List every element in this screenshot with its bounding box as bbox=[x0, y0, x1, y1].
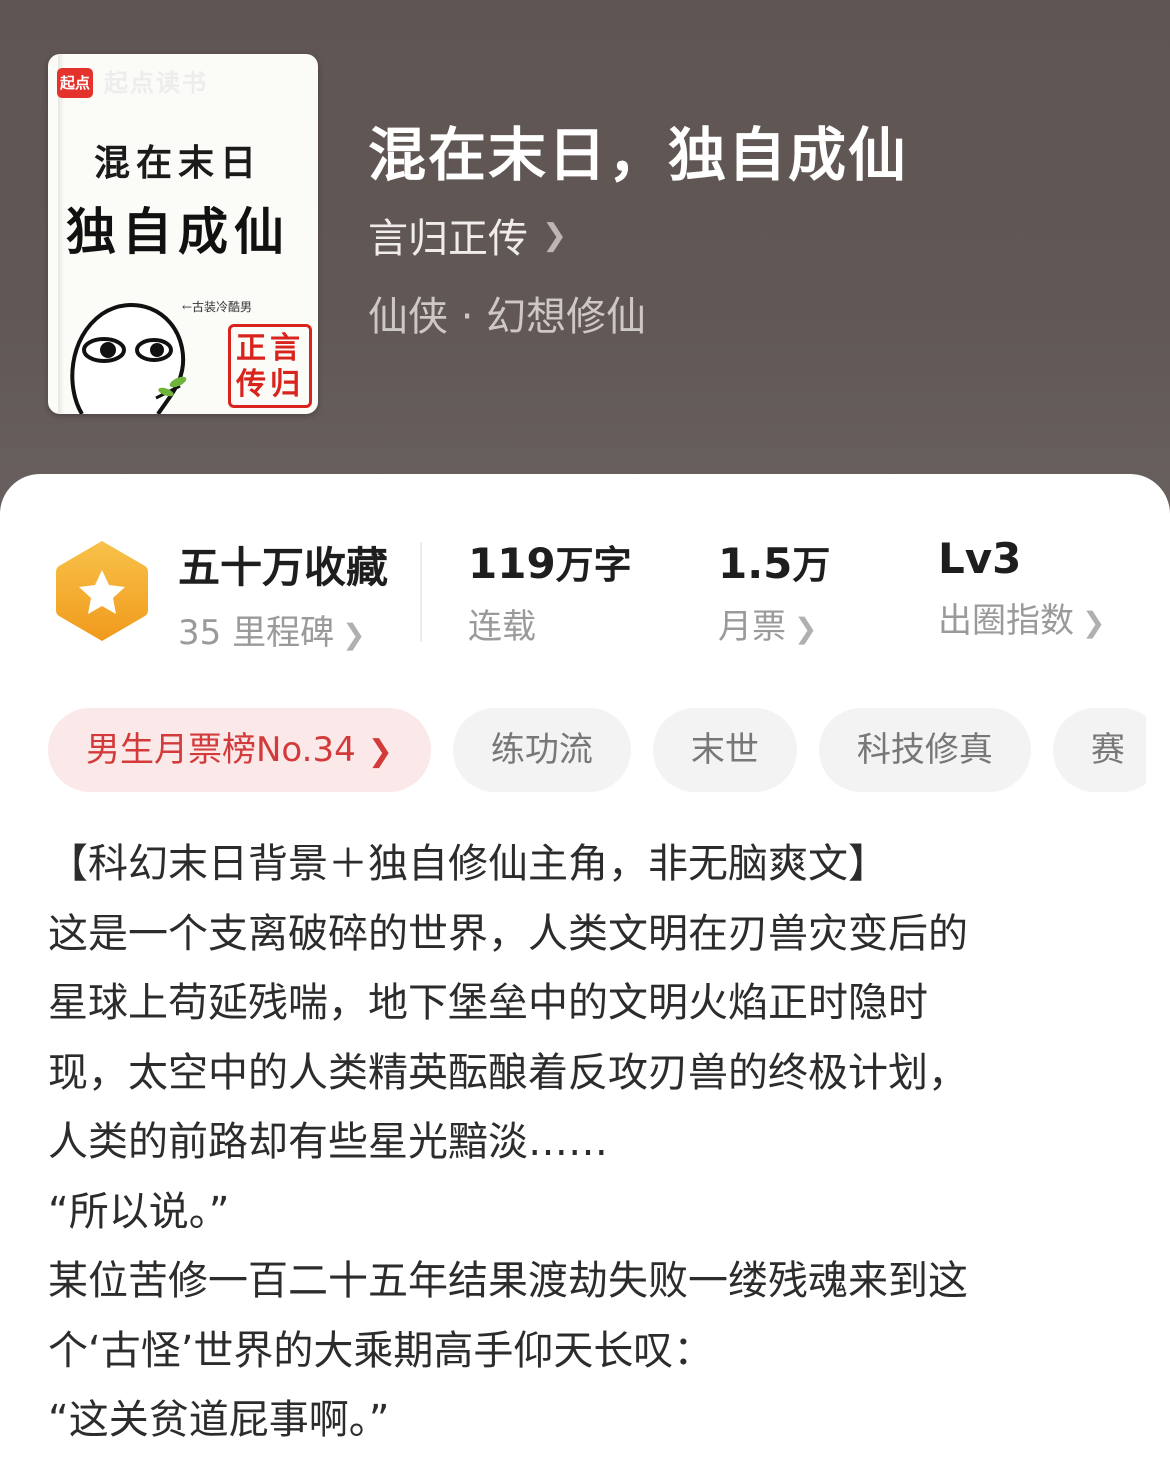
stats-row: 五十万收藏 35 里程碑 ❯ 119万字 连载 1.5万 月票 ❯ Lv3 出圈指数… bbox=[0, 534, 1170, 654]
cover-brand-watermark: 起点读书 bbox=[104, 69, 208, 97]
description-line: 个‘古怪’世界的大乘期高手仰天长叹： bbox=[48, 1327, 714, 1374]
chevron-right-icon: ❯ bbox=[794, 612, 818, 645]
star-badge-icon bbox=[56, 541, 148, 641]
tickets-value: 1.5 bbox=[718, 539, 793, 588]
author-link[interactable]: 言归正传 ❯ bbox=[368, 206, 567, 264]
cover-seal-stamp: 正言 传归 bbox=[228, 324, 312, 408]
cover-title-line2: 独自成仙 bbox=[66, 202, 290, 261]
description-line: 这是一个支离破碎的世界，人类文明在刃兽灾变后的 bbox=[48, 910, 968, 957]
chevron-right-icon: ❯ bbox=[367, 734, 393, 769]
description-line: 现，太空中的人类精英酝酿着反攻刃兽的终极计划， bbox=[48, 1049, 968, 1096]
tag-item[interactable]: 练功流 bbox=[452, 708, 631, 792]
chevron-right-icon: ❯ bbox=[342, 618, 366, 651]
level-value: Lv3 bbox=[938, 534, 1022, 583]
book-cover[interactable]: 起点 起点读书 混在末日 独自成仙 ←古装冷酷男 正言 传归 bbox=[48, 54, 318, 414]
description-line: 星球上苟延残喘，地下堡垒中的文明火焰正时隐时 bbox=[48, 980, 928, 1026]
book-title: 混在末日，独自成仙 bbox=[368, 121, 909, 189]
word-count-value: 119 bbox=[468, 539, 556, 588]
cover-logo: 起点 bbox=[57, 68, 93, 98]
stat-popularity-level[interactable]: Lv3 出圈指数 ❯ bbox=[938, 534, 1105, 642]
chevron-right-icon: ❯ bbox=[542, 217, 568, 253]
serial-status: 连载 bbox=[468, 607, 536, 647]
cover-title-line1: 混在末日 bbox=[94, 142, 263, 184]
favorites-value: 五十万收藏 bbox=[178, 543, 389, 592]
description-line: 人类的前路却有些星光黯淡…… bbox=[48, 1119, 608, 1165]
word-count-unit: 万字 bbox=[555, 543, 632, 587]
tag-ranking[interactable]: 男生月票榜No.34 ❯ bbox=[48, 708, 431, 792]
cover-caption: ←古装冷酷男 bbox=[182, 300, 253, 314]
chevron-right-icon: ❯ bbox=[1082, 606, 1106, 639]
milestone-label: 35 里程碑 bbox=[178, 613, 335, 653]
tag-item[interactable]: 科技修真 bbox=[818, 708, 1031, 792]
tag-list: 男生月票榜No.34 ❯ 练功流 末世 科技修真赛 bbox=[48, 708, 1146, 792]
tag-item[interactable]: 末世 bbox=[652, 708, 797, 792]
stat-monthly-tickets[interactable]: 1.5万 月票 ❯ bbox=[718, 534, 830, 648]
tickets-label: 月票 bbox=[718, 607, 786, 647]
book-description: 【科幻末日背景＋独自修仙主角，非无脑爽文】 这是一个支离破碎的世界，人类文明在刃… bbox=[48, 830, 1128, 1456]
cartoon-face-illustration bbox=[70, 303, 187, 414]
description-line: “这关贫道屁事啊。” bbox=[48, 1397, 390, 1443]
description-line: 【科幻末日背景＋独自修仙主角，非无脑爽文】 bbox=[48, 841, 888, 887]
stat-words: 119万字 连载 bbox=[468, 534, 632, 648]
book-genre: 仙侠 · 幻想修仙 bbox=[368, 294, 647, 340]
tag-item[interactable]: 赛 bbox=[1052, 708, 1146, 792]
description-line: “所以说。” bbox=[48, 1188, 230, 1235]
tickets-unit: 万 bbox=[792, 543, 831, 587]
level-label: 出圈指数 bbox=[938, 601, 1074, 641]
stats-divider bbox=[420, 542, 422, 642]
stat-favorites[interactable]: 五十万收藏 35 里程碑 ❯ bbox=[178, 534, 388, 654]
author-name: 言归正传 bbox=[368, 216, 528, 262]
description-line: 某位苦修一百二十五年结果渡劫失败一缕残魂来到这 bbox=[48, 1258, 968, 1304]
tag-label: 男生月票榜No.34 bbox=[86, 730, 356, 770]
